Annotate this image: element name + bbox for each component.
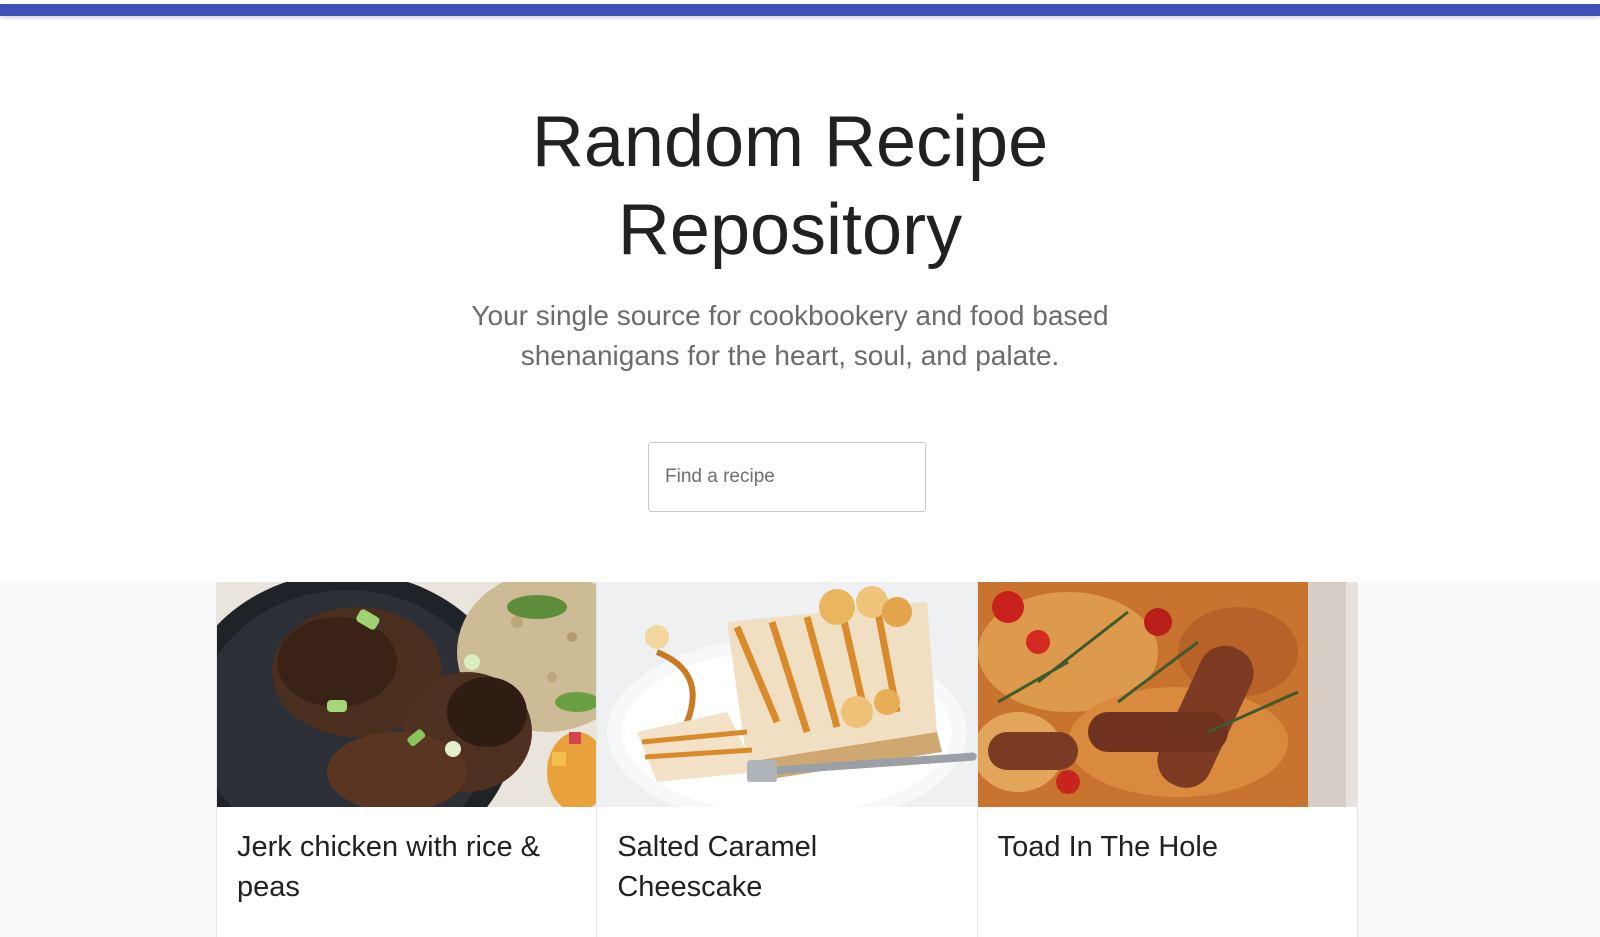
recipe-photo-jerk-chicken[interactable] bbox=[217, 582, 597, 807]
recipe-card-title[interactable]: Toad In The Hole bbox=[998, 827, 1338, 867]
page-title: Random Recipe Repository bbox=[531, 102, 1049, 270]
top-navbar bbox=[0, 0, 1600, 22]
recipe-photo-toad-in-the-hole[interactable] bbox=[977, 582, 1357, 807]
recipe-card[interactable]: Jerk chicken with rice & peas bbox=[216, 582, 597, 937]
recipe-photo-salted-caramel-cheesecake[interactable] bbox=[597, 582, 977, 807]
recipe-card[interactable]: Toad In The Hole bbox=[976, 582, 1358, 937]
search-container bbox=[648, 442, 926, 512]
recipe-card-list: Jerk chicken with rice & peas Salted Car… bbox=[216, 582, 1358, 937]
recipe-card[interactable]: Salted Caramel Cheescake bbox=[596, 582, 977, 937]
recipe-card-title[interactable]: Jerk chicken with rice & peas bbox=[237, 827, 577, 907]
page-subtitle: Your single source for cookbookery and f… bbox=[471, 300, 1109, 371]
navbar-accent-strip bbox=[0, 4, 1600, 16]
recipe-search-input[interactable] bbox=[648, 442, 926, 512]
hero-section: Random Recipe Repository Your single sou… bbox=[0, 22, 1600, 582]
recipe-cards-section: Jerk chicken with rice & peas Salted Car… bbox=[0, 582, 1600, 937]
recipe-card-title[interactable]: Salted Caramel Cheescake bbox=[617, 827, 957, 907]
